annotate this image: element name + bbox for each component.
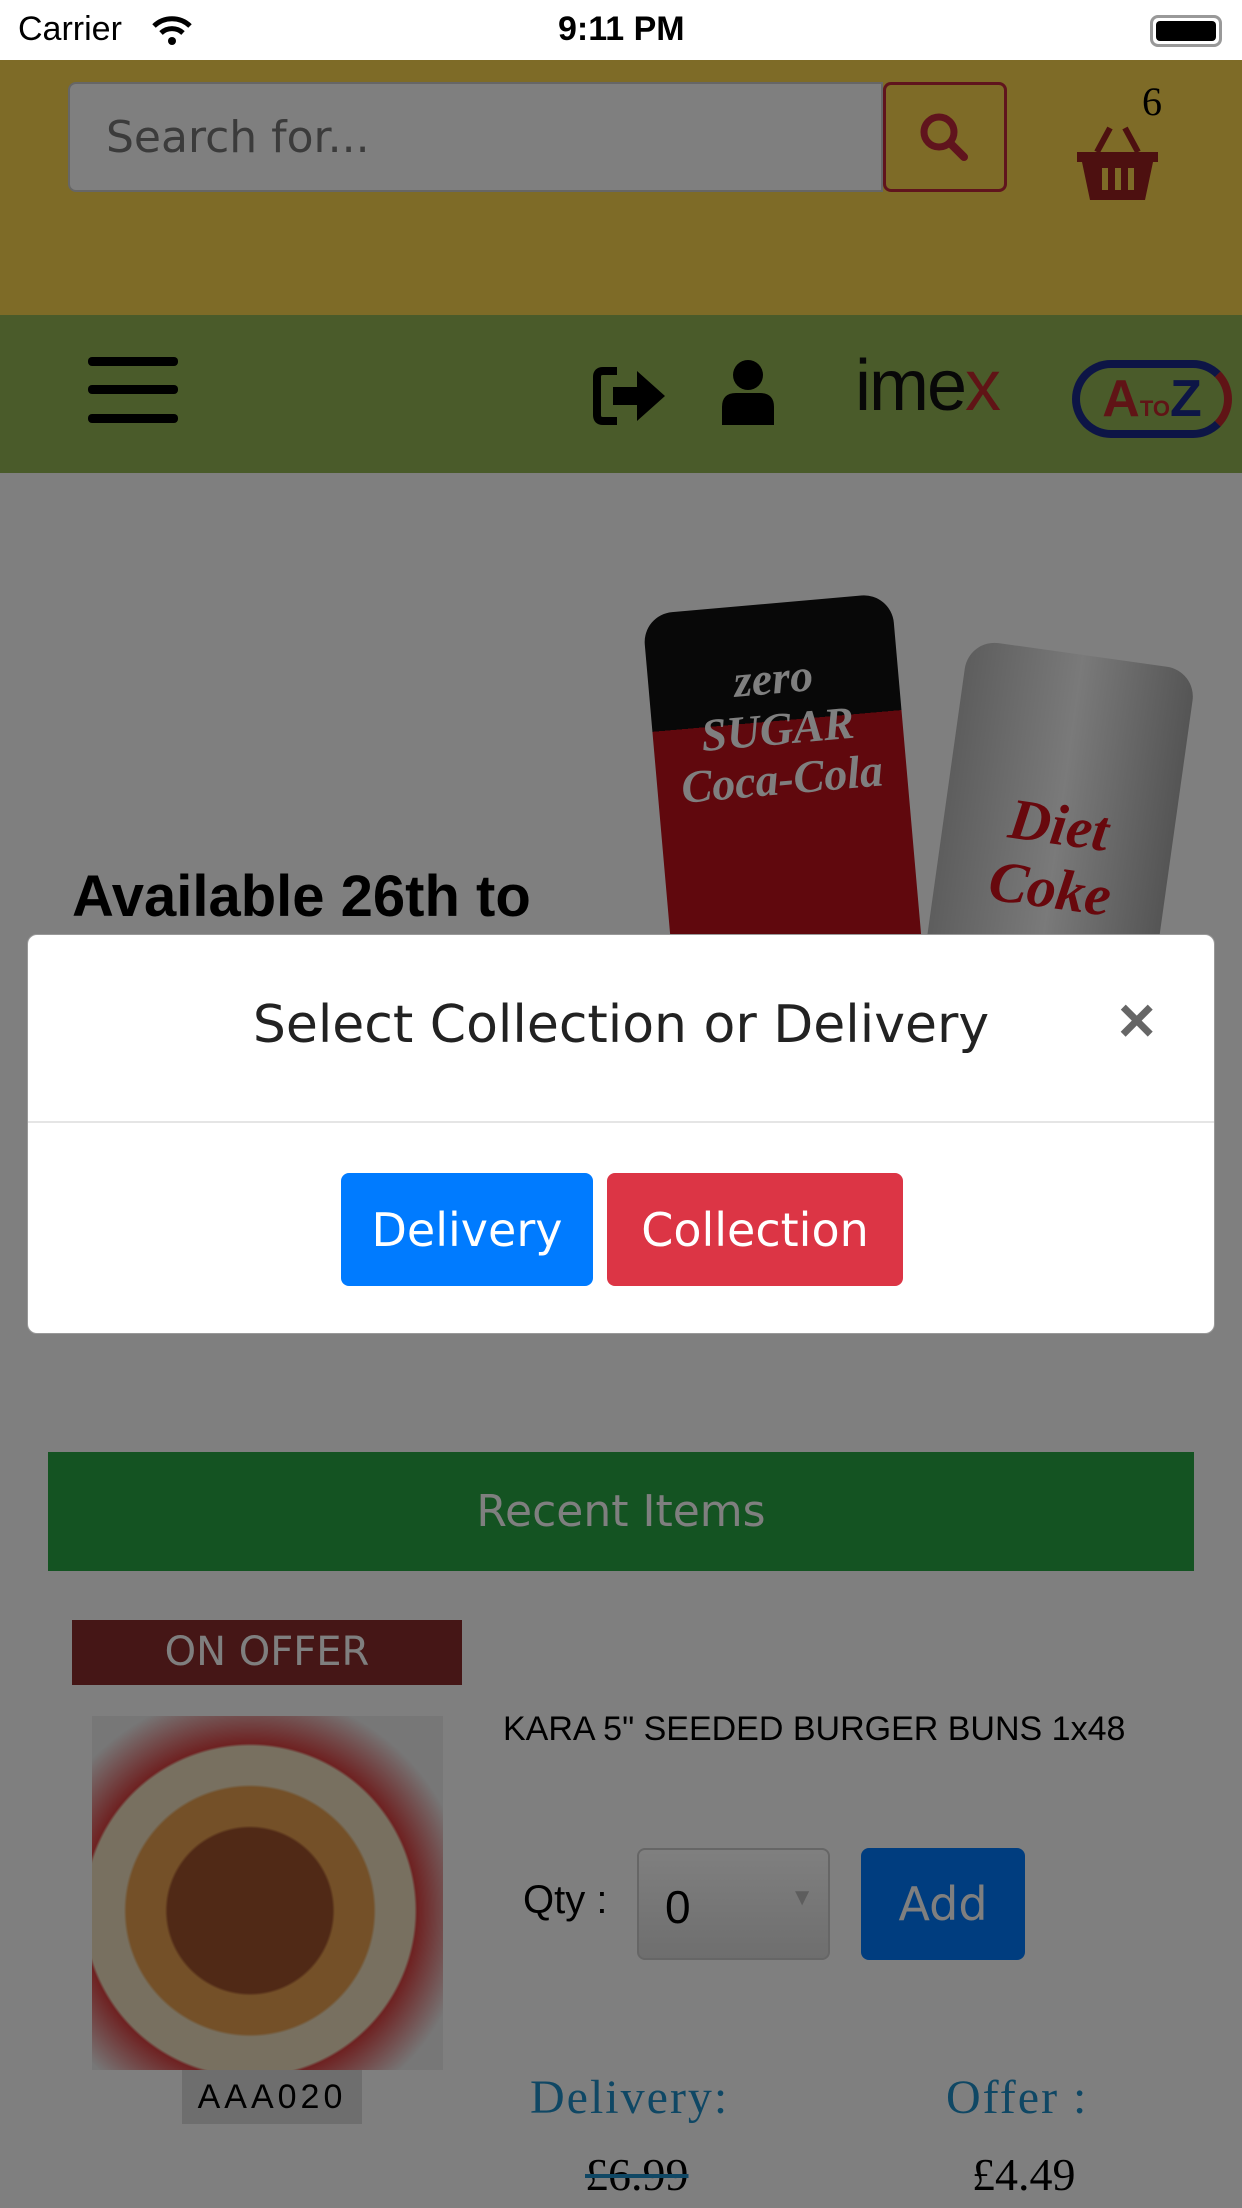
clock: 9:11 PM [558, 10, 685, 48]
battery-icon [1150, 15, 1222, 47]
status-bar: Carrier 9:11 PM [0, 0, 1242, 60]
wifi-icon [152, 16, 192, 45]
close-icon[interactable]: × [1118, 983, 1155, 1057]
modal-title: Select Collection or Delivery [252, 995, 990, 1055]
delivery-mode-modal: Select Collection or Delivery × Delivery… [27, 934, 1215, 1334]
carrier: Carrier [18, 10, 122, 48]
modal-header: Select Collection or Delivery × [28, 935, 1214, 1123]
delivery-button[interactable]: Delivery [341, 1173, 593, 1286]
collection-button[interactable]: Collection [607, 1173, 903, 1286]
